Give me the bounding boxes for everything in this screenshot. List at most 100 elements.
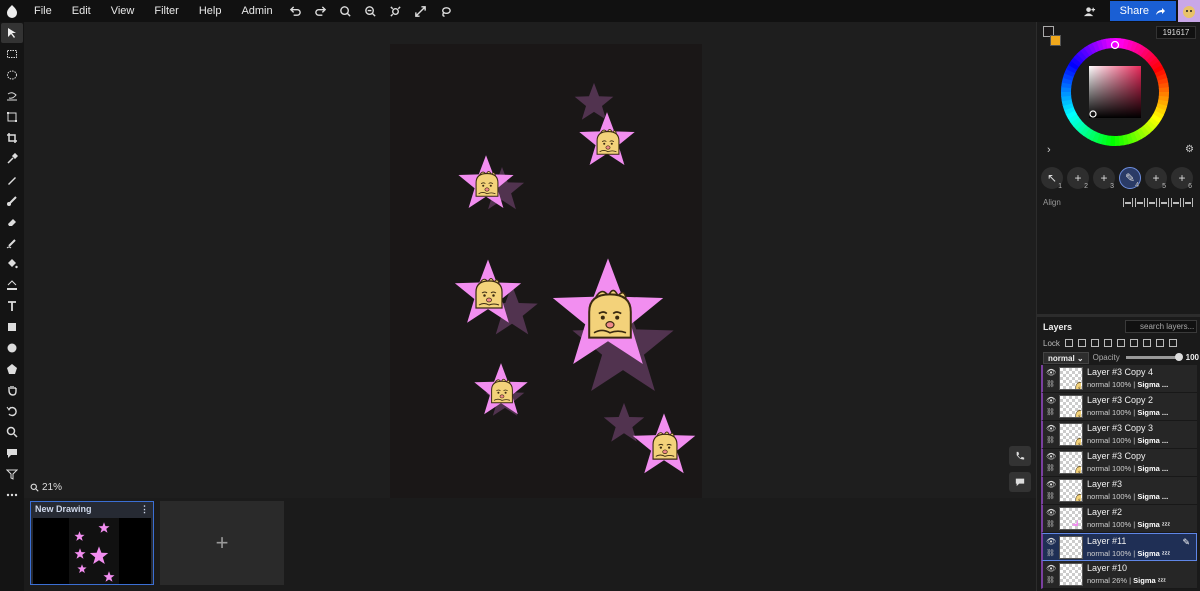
move-tool-icon[interactable] bbox=[1, 23, 23, 43]
lock-icon[interactable] bbox=[1077, 339, 1086, 347]
delete-layer-icon[interactable] bbox=[1116, 339, 1125, 347]
preset-1[interactable]: ↖ 1 bbox=[1041, 167, 1063, 190]
call-button[interactable] bbox=[1009, 446, 1031, 466]
preset-3[interactable]: +3 bbox=[1093, 167, 1115, 190]
preset-2[interactable]: +2 bbox=[1067, 167, 1089, 190]
chat-button[interactable] bbox=[1009, 472, 1031, 492]
hand-icon[interactable] bbox=[1, 380, 23, 400]
lasso-select-icon[interactable] bbox=[1, 86, 23, 106]
gradient-icon[interactable] bbox=[1, 275, 23, 295]
layer-row[interactable]: 👁 ⛓ Layer #3 Copy 4 normal 100% | Sigma ... bbox=[1041, 365, 1197, 393]
preset-4[interactable]: ✎ 4 bbox=[1119, 167, 1141, 189]
transform-icon[interactable] bbox=[1, 107, 23, 127]
menu-view[interactable]: View bbox=[101, 0, 145, 22]
document-card[interactable]: New Drawing ⋮ bbox=[30, 501, 154, 585]
preset-6[interactable]: +6 bbox=[1171, 167, 1193, 190]
visibility-eye-icon[interactable]: 👁 bbox=[1046, 480, 1056, 489]
layer-row[interactable]: 👁 ⛓ Layer #10 normal 26% | Sigma ᶻᶻᶻ bbox=[1041, 561, 1197, 589]
layer-row[interactable]: 👁 ⛓ Layer #3 normal 100% | Sigma ... bbox=[1041, 477, 1197, 505]
layer-link-icon[interactable]: ⛓ bbox=[1046, 408, 1056, 417]
menu-file[interactable]: File bbox=[24, 0, 62, 22]
blend-mode-select[interactable]: normal ⌄ bbox=[1043, 351, 1089, 364]
zoom-indicator[interactable]: 21% bbox=[30, 482, 62, 493]
eyedropper-icon[interactable] bbox=[1, 149, 23, 169]
menu-help[interactable]: Help bbox=[189, 0, 232, 22]
preset-5[interactable]: +5 bbox=[1145, 167, 1167, 190]
layer-menu-icon[interactable] bbox=[1168, 339, 1177, 347]
fullscreen-icon[interactable] bbox=[409, 0, 433, 22]
layer-row[interactable]: 👁 ⛓ Layer #3 Copy normal 100% | Sigma ... bbox=[1041, 449, 1197, 477]
opacity-slider-knob[interactable] bbox=[1174, 353, 1183, 361]
redo-icon[interactable] bbox=[309, 0, 333, 22]
align-center-v-icon[interactable] bbox=[1171, 198, 1181, 207]
avatar[interactable] bbox=[1178, 0, 1200, 22]
filter-icon[interactable] bbox=[1, 464, 23, 484]
menu-edit[interactable]: Edit bbox=[62, 0, 101, 22]
zoom-icon[interactable] bbox=[1, 422, 23, 442]
menu-filter[interactable]: Filter bbox=[144, 0, 188, 22]
text-icon[interactable] bbox=[1, 296, 23, 316]
visibility-eye-icon[interactable]: 👁 bbox=[1046, 452, 1056, 461]
bucket-icon[interactable] bbox=[1, 254, 23, 274]
lock-alpha-icon[interactable] bbox=[1064, 339, 1073, 347]
duplicate-icon[interactable] bbox=[1142, 339, 1151, 347]
layer-link-icon[interactable]: ⛓ bbox=[1046, 436, 1056, 445]
new-layer-icon[interactable] bbox=[1090, 339, 1099, 347]
fit-icon[interactable] bbox=[384, 0, 408, 22]
layer-link-icon[interactable]: ⛓ bbox=[1046, 464, 1056, 473]
canvas-viewport[interactable]: 21% bbox=[24, 22, 1036, 498]
rotate-icon[interactable] bbox=[1, 401, 23, 421]
add-user-icon[interactable] bbox=[1078, 0, 1102, 22]
menu-admin[interactable]: Admin bbox=[231, 0, 282, 22]
chevron-right-icon[interactable]: › bbox=[1047, 144, 1051, 156]
panel-divider[interactable] bbox=[1037, 314, 1200, 317]
lasso-icon[interactable] bbox=[434, 0, 458, 22]
layer-link-icon[interactable]: ⛓ bbox=[1046, 576, 1056, 585]
align-bottom-icon[interactable] bbox=[1183, 198, 1193, 207]
layer-link-icon[interactable]: ⛓ bbox=[1046, 380, 1056, 389]
layer-link-icon[interactable]: ⛓ bbox=[1046, 492, 1056, 501]
brush-icon[interactable] bbox=[1, 191, 23, 211]
document-menu-icon[interactable]: ⋮ bbox=[140, 504, 149, 514]
color-wheel[interactable] bbox=[1059, 36, 1171, 148]
pen-icon[interactable] bbox=[1, 170, 23, 190]
visibility-eye-icon[interactable]: 👁 bbox=[1046, 508, 1056, 517]
eraser-icon[interactable] bbox=[1103, 339, 1112, 347]
smudge-icon[interactable] bbox=[1, 233, 23, 253]
visibility-eye-icon[interactable]: 👁 bbox=[1046, 424, 1056, 433]
layer-row[interactable]: 👁 ⛓ Layer #3 Copy 2 normal 100% | Sigma ... bbox=[1041, 393, 1197, 421]
layer-search-input[interactable]: search layers... bbox=[1125, 320, 1197, 333]
visibility-eye-icon[interactable]: 👁 bbox=[1046, 368, 1056, 377]
crop-icon[interactable] bbox=[1, 128, 23, 148]
opacity-slider[interactable] bbox=[1125, 353, 1183, 361]
app-logo-icon[interactable] bbox=[0, 0, 24, 22]
rect-select-icon[interactable] bbox=[1, 44, 23, 64]
eraser-icon[interactable] bbox=[1, 212, 23, 232]
visibility-eye-icon[interactable]: 👁 bbox=[1046, 564, 1056, 573]
visibility-eye-icon[interactable]: 👁 bbox=[1046, 396, 1056, 405]
ellipse-select-icon[interactable] bbox=[1, 65, 23, 85]
share-button[interactable]: Share bbox=[1109, 1, 1176, 21]
align-left-icon[interactable] bbox=[1123, 198, 1133, 207]
drawing-canvas[interactable] bbox=[390, 44, 702, 498]
undo-icon[interactable] bbox=[284, 0, 308, 22]
polygon-icon[interactable] bbox=[1, 359, 23, 379]
layer-row[interactable]: 👁 ⛓ Layer #2 normal 100% | Sigma ᶻᶻᶻ bbox=[1041, 505, 1197, 533]
align-right-icon[interactable] bbox=[1147, 198, 1157, 207]
more-icon[interactable] bbox=[1, 485, 23, 505]
add-document-button[interactable]: + bbox=[160, 501, 284, 585]
layer-link-icon[interactable]: ⛓ bbox=[1046, 520, 1056, 529]
layer-link-icon[interactable]: ⛓ bbox=[1046, 549, 1056, 558]
zoom-out-icon[interactable] bbox=[359, 0, 383, 22]
align-center-h-icon[interactable] bbox=[1135, 198, 1145, 207]
merge-down-icon[interactable] bbox=[1129, 339, 1138, 347]
layer-row[interactable]: 👁 ⛓ Layer #3 Copy 3 normal 100% | Sigma ... bbox=[1041, 421, 1197, 449]
align-top-icon[interactable] bbox=[1159, 198, 1169, 207]
group-icon[interactable] bbox=[1155, 339, 1164, 347]
layer-row[interactable]: 👁 ⛓ Layer #11 normal 100% | Sigma ᶻᶻᶻ ✎ bbox=[1041, 533, 1197, 561]
gear-icon[interactable]: ⚙ bbox=[1185, 144, 1194, 155]
ellipse-icon[interactable] bbox=[1, 338, 23, 358]
rectangle-icon[interactable] bbox=[1, 317, 23, 337]
comment-icon[interactable] bbox=[1, 443, 23, 463]
zoom-in-icon[interactable] bbox=[334, 0, 358, 22]
